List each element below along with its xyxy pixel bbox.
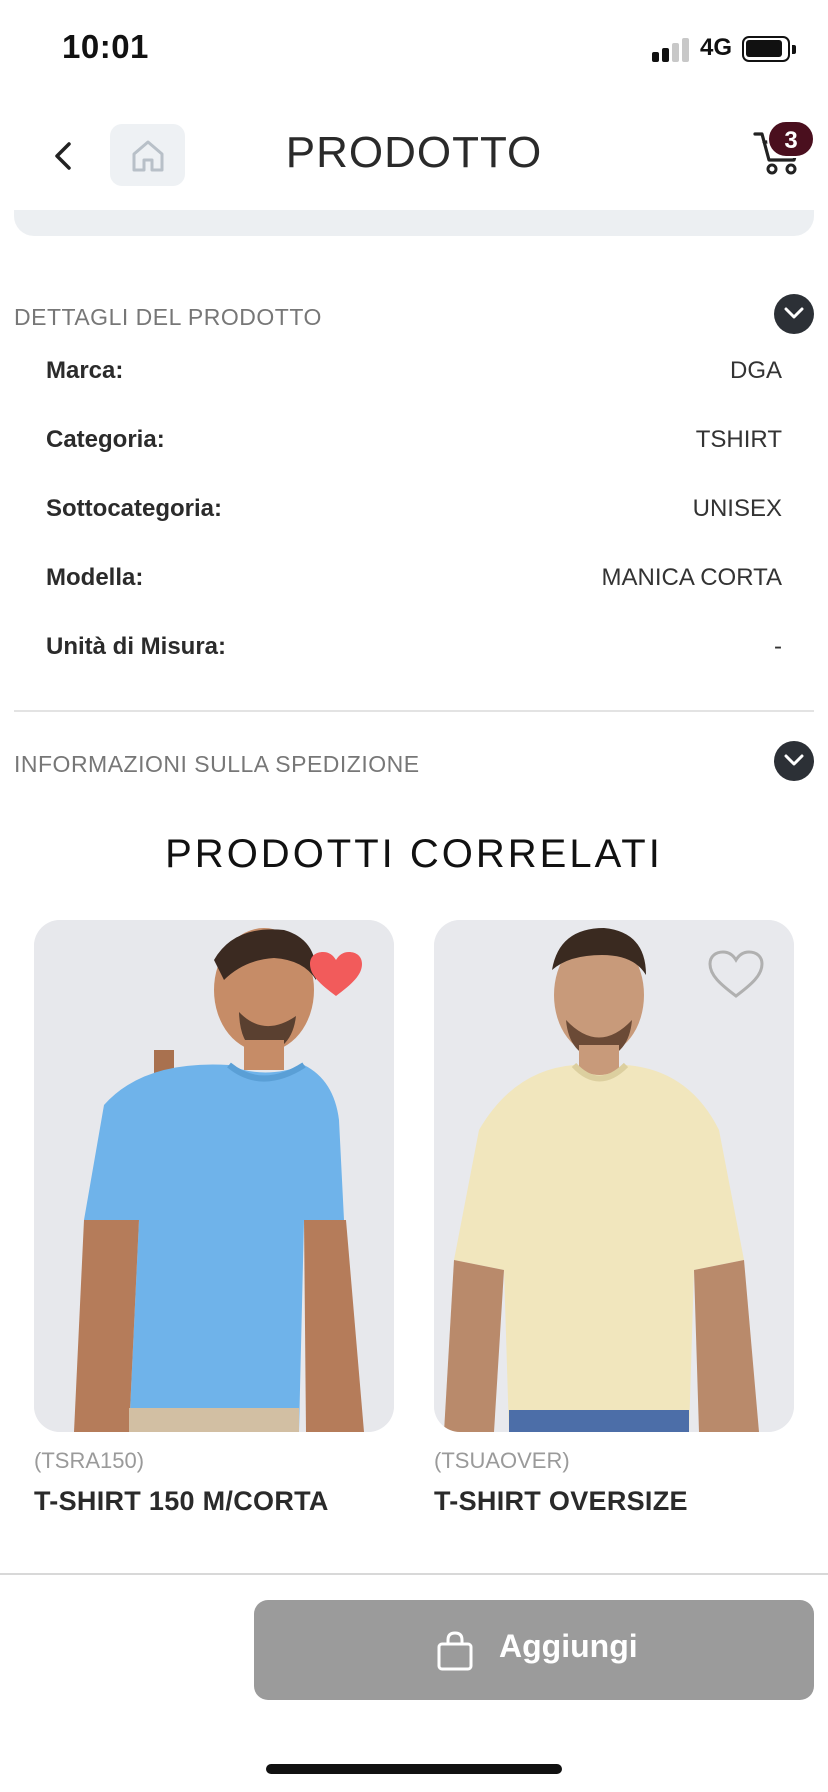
signal-icon (652, 38, 689, 62)
detail-key: Categoria: (46, 426, 165, 453)
cart-count-badge: 3 (767, 120, 815, 158)
page-title: PRODOTTO (285, 128, 543, 177)
detail-row-brand: Marca: DGA (46, 357, 782, 397)
chevron-down-icon (784, 754, 804, 766)
bottom-bar-divider (0, 1573, 828, 1575)
status-time: 10:01 (62, 28, 149, 65)
product-name[interactable]: T-SHIRT OVERSIZE (434, 1486, 794, 1517)
detail-value: - (774, 633, 782, 660)
network-type: 4G (700, 34, 733, 61)
detail-value: MANICA CORTA (601, 564, 782, 591)
shipping-section-label: INFORMAZIONI SULLA SPEDIZIONE (14, 751, 420, 777)
carousel-bottom-edge (14, 210, 814, 236)
chevron-down-icon (784, 307, 804, 319)
details-section-header[interactable]: DETTAGLI DEL PRODOTTO (14, 294, 814, 338)
product-name[interactable]: T-SHIRT 150 M/CORTA (34, 1486, 394, 1517)
shipping-section-header[interactable]: INFORMAZIONI SULLA SPEDIZIONE (14, 741, 814, 785)
details-section-label: DETTAGLI DEL PRODOTTO (14, 304, 322, 330)
detail-key: Sottocategoria: (46, 495, 223, 522)
detail-value: UNISEX (692, 495, 782, 522)
battery-icon (742, 36, 796, 62)
header: PRODOTTO 3 (0, 100, 828, 210)
product-card[interactable]: (TSRA150) T-SHIRT 150 M/CORTA (34, 920, 394, 1517)
detail-value: TSHIRT (695, 426, 782, 453)
product-code: (TSRA150) (34, 1448, 145, 1473)
add-to-cart-label: Aggiungi (499, 1628, 638, 1664)
product-image[interactable] (434, 920, 794, 1432)
detail-row-subcategory: Sottocategoria: UNISEX (46, 495, 782, 535)
detail-row-model: Modella: MANICA CORTA (46, 564, 782, 604)
detail-key: Marca: (46, 357, 124, 384)
section-divider (14, 710, 814, 712)
related-products-title: PRODOTTI CORRELATI (165, 832, 663, 876)
status-bar: 10:01 4G (0, 0, 828, 100)
shipping-toggle[interactable] (774, 741, 814, 781)
favorite-heart-outline-icon[interactable] (708, 950, 764, 1000)
product-image[interactable] (34, 920, 394, 1432)
shopping-bag-icon (437, 1631, 473, 1671)
add-to-cart-button[interactable]: Aggiungi (254, 1600, 814, 1700)
detail-key: Unità di Misura: (46, 633, 227, 660)
detail-row-unit: Unità di Misura: - (46, 633, 782, 673)
detail-row-category: Categoria: TSHIRT (46, 426, 782, 466)
detail-key: Modella: (46, 564, 144, 591)
detail-value: DGA (729, 357, 782, 384)
details-toggle[interactable] (774, 294, 814, 334)
product-code: (TSUAOVER) (434, 1448, 570, 1473)
favorite-heart-icon[interactable] (308, 950, 364, 1000)
home-indicator[interactable] (266, 1764, 562, 1774)
product-card[interactable]: (TSUAOVER) T-SHIRT OVERSIZE (434, 920, 794, 1517)
